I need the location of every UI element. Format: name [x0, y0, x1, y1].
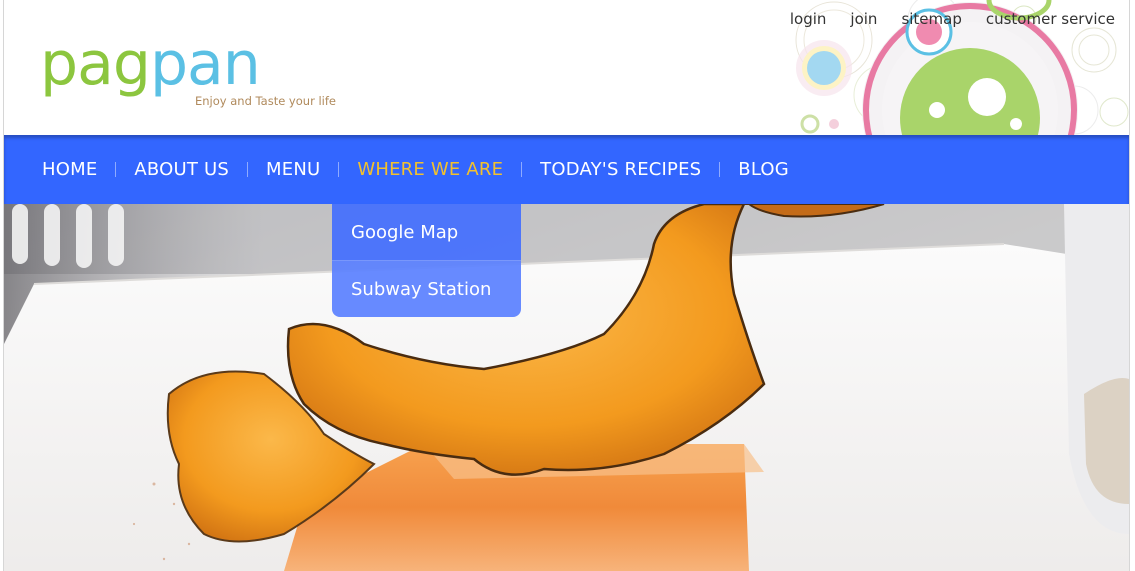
- site-header: pagpan Enjoy and Taste your life login j…: [4, 0, 1129, 135]
- nav-link-blog[interactable]: BLOG: [738, 159, 789, 180]
- nav-link-home[interactable]: HOME: [42, 159, 97, 180]
- nav-item-menu: MENU: [266, 159, 357, 180]
- nav-separator: [521, 162, 523, 177]
- nav-link-about-us[interactable]: ABOUT US: [134, 159, 229, 180]
- join-link[interactable]: join: [850, 10, 877, 28]
- nav-item-where-we-are: WHERE WE ARE: [357, 159, 540, 180]
- nav-link-menu[interactable]: MENU: [266, 159, 320, 180]
- page-border-left: [3, 0, 4, 571]
- nav-separator: [247, 162, 249, 177]
- nav-separator: [338, 162, 340, 177]
- nav-item-home: HOME: [42, 159, 134, 180]
- nav-link-where-we-are[interactable]: WHERE WE ARE: [357, 159, 503, 180]
- nav-item-about-us: ABOUT US: [134, 159, 266, 180]
- main-nav-list: HOME ABOUT US MENU WHERE WE ARE TODAY'S …: [4, 135, 1129, 204]
- login-link[interactable]: login: [790, 10, 827, 28]
- page: pagpan Enjoy and Taste your life login j…: [0, 0, 1135, 571]
- main-nav: HOME ABOUT US MENU WHERE WE ARE TODAY'S …: [4, 135, 1129, 204]
- nav-link-todays-recipes[interactable]: TODAY'S RECIPES: [540, 159, 701, 180]
- sitemap-link[interactable]: sitemap: [901, 10, 961, 28]
- tagline: Enjoy and Taste your life: [195, 94, 336, 108]
- food-photo: [4, 204, 1129, 571]
- nav-item-todays-recipes: TODAY'S RECIPES: [540, 159, 738, 180]
- hero-image: [4, 204, 1129, 571]
- dropdown-item-subway-station[interactable]: Subway Station: [332, 261, 521, 317]
- page-border-right: [1129, 0, 1130, 571]
- site-logo[interactable]: pagpan: [40, 28, 261, 100]
- nav-item-blog: BLOG: [738, 159, 789, 180]
- dropdown-item-google-map[interactable]: Google Map: [332, 204, 521, 261]
- customer-service-link[interactable]: customer service: [986, 10, 1115, 28]
- utility-nav: login join sitemap customer service: [790, 10, 1115, 28]
- logo-part-pag: pag: [40, 29, 151, 99]
- logo-part-pan: pan: [149, 29, 261, 99]
- nav-separator: [115, 162, 117, 177]
- nav-separator: [719, 162, 721, 177]
- where-we-are-dropdown: Google Map Subway Station: [332, 204, 521, 317]
